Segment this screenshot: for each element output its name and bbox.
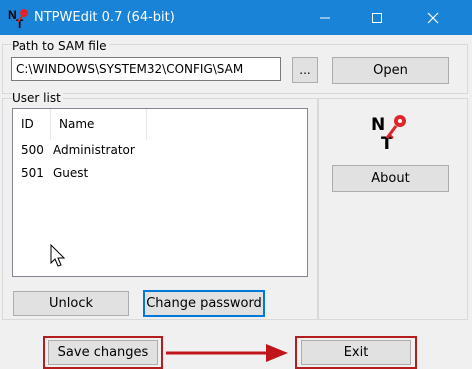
save-changes-button[interactable]: Save changes	[48, 340, 158, 365]
user-id: 500	[21, 143, 44, 157]
browse-button[interactable]: ...	[292, 57, 318, 83]
unlock-button[interactable]: Unlock	[13, 291, 129, 316]
list-item[interactable]: 500 Administrator	[13, 139, 307, 162]
user-id: 501	[21, 166, 44, 180]
ntpwedit-logo-icon: N T	[370, 113, 410, 154]
svg-text:N: N	[371, 115, 385, 135]
about-button[interactable]: About	[332, 165, 449, 192]
arrow-annotation-icon	[166, 342, 290, 364]
maximize-icon	[372, 12, 382, 23]
user-list-label: User list	[12, 91, 63, 105]
change-password-button[interactable]: Change password	[143, 290, 265, 317]
open-button[interactable]: Open	[332, 57, 449, 84]
column-header-name[interactable]: Name	[51, 109, 147, 140]
sam-path-input[interactable]: C:\WINDOWS\SYSTEM32\CONFIG\SAM	[11, 57, 281, 81]
ntpwedit-logo-icon: N T	[8, 7, 30, 31]
list-item[interactable]: 501 Guest	[13, 162, 307, 185]
exit-button[interactable]: Exit	[301, 340, 411, 365]
column-header-id[interactable]: ID	[13, 109, 51, 140]
close-icon	[427, 12, 439, 23]
path-label: Path to SAM file	[12, 39, 109, 53]
user-name: Guest	[53, 166, 89, 180]
close-button[interactable]	[410, 0, 456, 35]
maximize-button[interactable]	[354, 0, 400, 35]
window-title: NTPWEdit 0.7 (64-bit)	[34, 10, 175, 25]
mouse-cursor-icon	[50, 243, 66, 268]
minimize-button[interactable]	[302, 0, 348, 35]
user-name: Administrator	[53, 143, 135, 157]
minimize-icon	[320, 17, 330, 18]
